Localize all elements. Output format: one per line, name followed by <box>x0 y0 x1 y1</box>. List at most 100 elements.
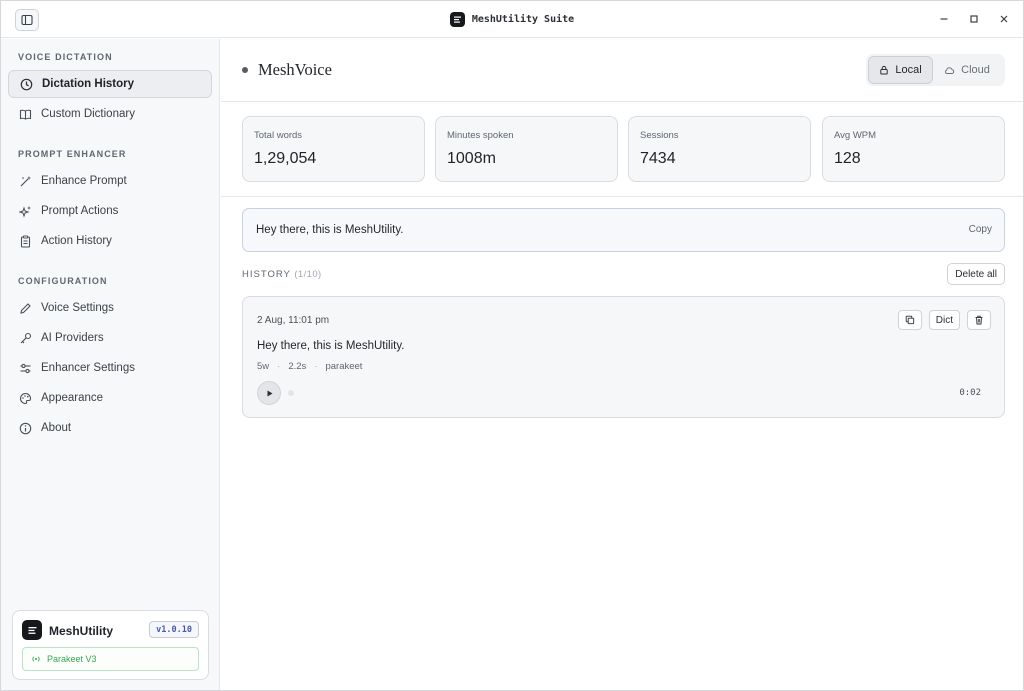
mode-toggle: Local Cloud <box>866 54 1005 86</box>
version-badge: v1.0.10 <box>149 621 199 638</box>
page-title: MeshVoice <box>258 60 332 79</box>
sidebar-item-label: Custom Dictionary <box>41 108 135 120</box>
sidebar-item-about[interactable]: About <box>8 414 212 442</box>
sidebar-item-prompt-actions[interactable]: Prompt Actions <box>8 197 212 225</box>
app-name: MeshUtility <box>49 624 114 638</box>
stat-label: Sessions <box>640 130 679 141</box>
latest-transcript-text: Hey there, this is MeshUtility. <box>256 224 404 236</box>
meta-separator: · <box>314 361 318 372</box>
minimize-button[interactable] <box>939 11 949 27</box>
magic-wand-icon <box>20 175 31 186</box>
stat-value: 1008m <box>447 150 496 167</box>
palette-icon <box>20 392 32 404</box>
app-window: MeshUtility Suite VOICE DICTATION Dictat… <box>0 0 1024 691</box>
playback-time: 0:02 <box>959 388 981 398</box>
section-label-voice-dictation: VOICE DICTATION <box>18 52 113 62</box>
sidebar-item-label: About <box>41 422 72 434</box>
app-info-card: MeshUtility v1.0.10 Parakeet V3 <box>12 610 209 680</box>
sidebar-item-label: Prompt Actions <box>41 205 119 217</box>
window-title-text: MeshUtility Suite <box>471 13 575 25</box>
stat-value: 128 <box>834 150 861 167</box>
stat-card-total-words: Total words 1,29,054 <box>242 116 425 182</box>
entry-dict-button[interactable]: Dict <box>928 310 960 330</box>
mode-local-button[interactable]: Local <box>868 56 933 84</box>
mode-cloud-button[interactable]: Cloud <box>933 56 1001 84</box>
pen-icon <box>20 302 31 314</box>
sidebar-item-appearance[interactable]: Appearance <box>8 384 212 412</box>
model-status[interactable]: Parakeet V3 <box>22 647 199 671</box>
sidebar-item-custom-dictionary[interactable]: Custom Dictionary <box>8 100 212 128</box>
sparkles-icon <box>19 205 31 218</box>
sidebar-item-label: Voice Settings <box>41 302 114 314</box>
history-heading: HISTORY (1/10) <box>242 269 322 280</box>
stat-label: Avg WPM <box>834 130 877 141</box>
entry-word-count: 5w <box>257 361 270 372</box>
sidebar-item-label: Dictation History <box>42 78 135 90</box>
delete-all-button[interactable]: Delete all <box>947 263 1005 285</box>
entry-meta: 5w · 2.2s · parakeet <box>257 361 362 372</box>
sidebar-item-label: Enhancer Settings <box>41 362 135 374</box>
book-icon <box>19 109 32 120</box>
title-bar: MeshUtility Suite <box>1 1 1023 38</box>
entry-text: Hey there, this is MeshUtility. <box>257 340 405 352</box>
info-icon <box>19 422 32 434</box>
stat-label: Total words <box>254 130 303 141</box>
history-count: (1/10) <box>294 269 322 280</box>
sidebar-item-label: Action History <box>41 235 112 247</box>
entry-delete-button[interactable] <box>967 310 991 330</box>
entry-duration: 2.2s <box>288 361 307 372</box>
entry-model: parakeet <box>325 361 363 372</box>
stat-card-sessions: Sessions 7434 <box>628 116 811 182</box>
lock-icon <box>880 65 889 75</box>
entry-actions: Dict <box>897 310 991 330</box>
meta-separator: · <box>277 361 281 372</box>
section-divider <box>221 196 1023 197</box>
play-button[interactable] <box>257 381 281 405</box>
stat-label: Minutes spoken <box>447 130 514 141</box>
entry-copy-button[interactable] <box>897 310 922 330</box>
sidebar-toggle-icon <box>21 14 33 26</box>
sidebar-item-enhance-prompt[interactable]: Enhance Prompt <box>8 167 212 195</box>
sidebar-item-label: Enhance Prompt <box>41 175 127 187</box>
sidebar-item-dictation-history[interactable]: Dictation History <box>8 70 212 98</box>
key-icon <box>20 332 32 343</box>
maximize-button[interactable] <box>969 11 979 27</box>
playback-scrubber[interactable] <box>288 390 294 396</box>
close-button[interactable] <box>999 11 1009 27</box>
sidebar-item-enhancer-settings[interactable]: Enhancer Settings <box>8 354 212 382</box>
status-dot-icon <box>242 67 248 73</box>
sidebar-item-ai-providers[interactable]: AI Providers <box>8 324 212 352</box>
sidebar-item-voice-settings[interactable]: Voice Settings <box>8 294 212 322</box>
sliders-icon <box>20 363 31 373</box>
mode-local-label: Local <box>895 64 922 76</box>
play-icon <box>267 390 272 396</box>
mode-cloud-label: Cloud <box>961 64 990 76</box>
brand: MeshVoice <box>242 60 332 80</box>
maximize-icon <box>970 15 978 23</box>
trash-icon <box>975 315 983 325</box>
section-label-prompt-enhancer: PROMPT ENHANCER <box>18 149 127 159</box>
section-label-configuration: CONFIGURATION <box>18 276 108 286</box>
stat-card-minutes-spoken: Minutes spoken 1008m <box>435 116 618 182</box>
window-controls <box>939 11 1009 27</box>
copy-button[interactable]: Copy <box>969 224 992 235</box>
stat-value: 1,29,054 <box>254 150 317 167</box>
clipboard-icon <box>20 235 31 248</box>
history-entry: 2 Aug, 11:01 pm Dict Hey there, this is … <box>242 296 1005 418</box>
latest-transcript: Hey there, this is MeshUtility. Copy <box>242 208 1005 252</box>
close-icon <box>1000 15 1008 23</box>
app-logo-icon <box>449 11 465 27</box>
window-title: MeshUtility Suite <box>449 11 575 27</box>
sidebar-item-action-history[interactable]: Action History <box>8 227 212 255</box>
minimize-icon <box>940 18 948 20</box>
cloud-icon <box>945 66 955 74</box>
sidebar-toggle-button[interactable] <box>15 9 39 31</box>
sidebar-item-label: AI Providers <box>41 332 104 344</box>
broadcast-icon <box>32 656 40 662</box>
sidebar: VOICE DICTATION Dictation History Custom… <box>1 39 220 690</box>
stat-value: 7434 <box>640 150 676 167</box>
clock-icon <box>20 78 33 90</box>
copy-icon <box>905 315 914 325</box>
stat-card-avg-wpm: Avg WPM 128 <box>822 116 1005 182</box>
sidebar-item-label: Appearance <box>41 392 104 404</box>
